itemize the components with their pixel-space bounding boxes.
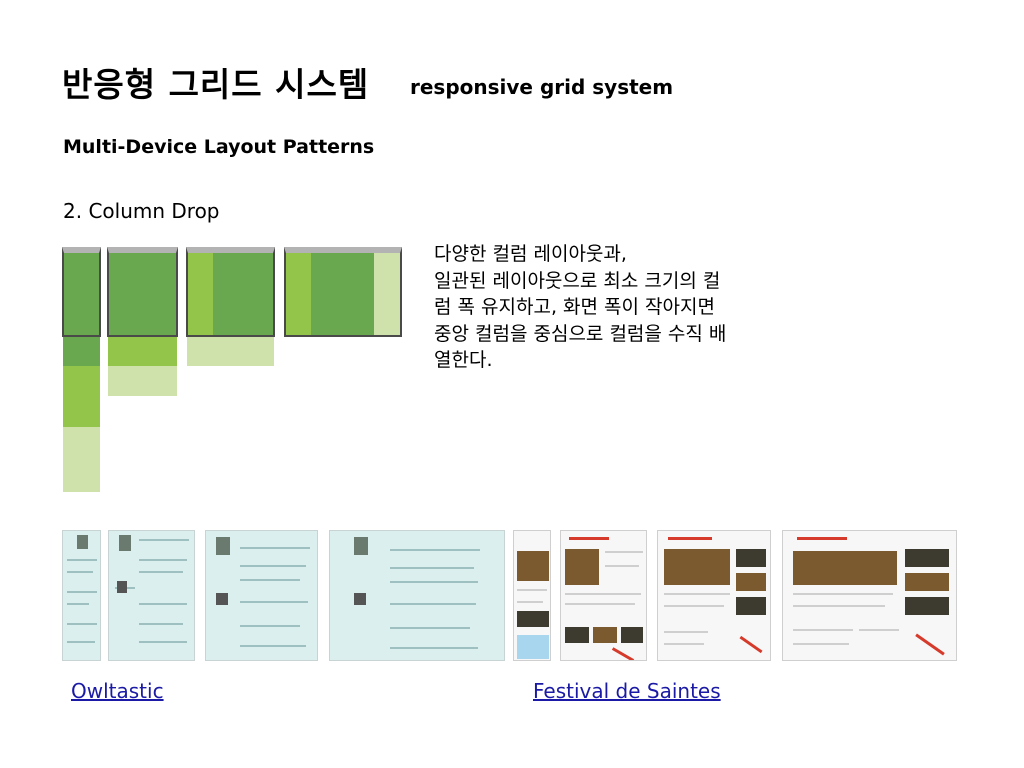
viewport-frame <box>62 247 101 337</box>
festival-screenshot <box>560 530 647 661</box>
festival-screenshot <box>782 530 957 661</box>
description-line: 중앙 컬럼을 중심으로 컬럼을 수직 배 <box>434 322 727 345</box>
diagram-block <box>108 337 177 366</box>
diagram-block <box>63 427 100 492</box>
diagram-block <box>108 366 177 396</box>
viewport-frame <box>186 247 275 337</box>
owltastic-screenshot <box>329 530 505 661</box>
slide-subtitle: Multi-Device Layout Patterns <box>63 136 375 158</box>
festival-screenshot <box>657 530 771 661</box>
slide-title-english: responsive grid system <box>410 75 674 99</box>
viewport-frame <box>107 247 178 337</box>
description: 다양한 컬럼 레이아웃과, 일관된 레이아웃으로 최소 크기의 컬 럼 폭 유지… <box>434 241 826 374</box>
viewport-frame <box>284 247 402 337</box>
diagram-block <box>63 366 100 427</box>
owltastic-screenshot <box>108 530 195 661</box>
owltastic-link[interactable]: Owltastic <box>71 679 164 703</box>
description-line: 럼 폭 유지하고, 화면 폭이 작아지면 <box>434 296 715 318</box>
description-line: 다양한 컬럼 레이아웃과, <box>434 243 627 265</box>
festival-screenshot <box>513 530 551 661</box>
owltastic-screenshot <box>62 530 101 661</box>
slide-title: 반응형 그리드 시스템 <box>62 65 370 104</box>
description-line: 일관된 레이아웃으로 최소 크기의 컬 <box>434 269 721 292</box>
diagram-block <box>187 337 274 366</box>
description-line: 열한다. <box>434 349 493 371</box>
owltastic-screenshot <box>205 530 318 661</box>
section-heading: 2. Column Drop <box>63 199 220 223</box>
festival-de-saintes-link[interactable]: Festival de Saintes <box>533 679 721 703</box>
